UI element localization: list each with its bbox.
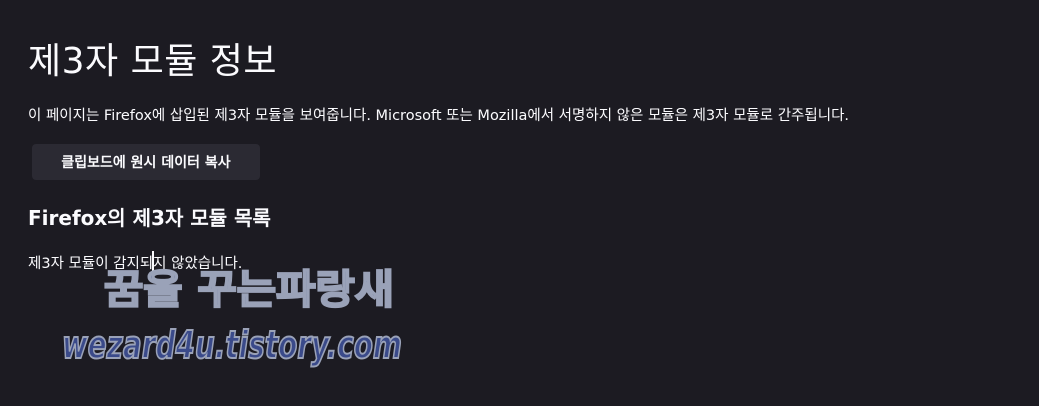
third-party-modules-page: 제3자 모듈 정보 이 페이지는 Firefox에 삽입된 제3자 모듈을 보여… bbox=[0, 0, 1039, 406]
empty-module-message: 제3자 모듈이 감지되지 않았습니다. bbox=[28, 256, 243, 272]
text-cursor bbox=[152, 251, 154, 273]
watermark-line2: wezard4u.tistory.com bbox=[62, 323, 402, 367]
module-list-title: Firefox의 제3자 모듈 목록 bbox=[28, 206, 271, 230]
copy-raw-data-button[interactable]: 클립보드에 원시 데이터 복사 bbox=[32, 144, 260, 180]
page-description: 이 페이지는 Firefox에 삽입된 제3자 모듈을 보여줍니다. Micro… bbox=[28, 108, 850, 124]
page-title: 제3자 모듈 정보 bbox=[28, 41, 278, 82]
